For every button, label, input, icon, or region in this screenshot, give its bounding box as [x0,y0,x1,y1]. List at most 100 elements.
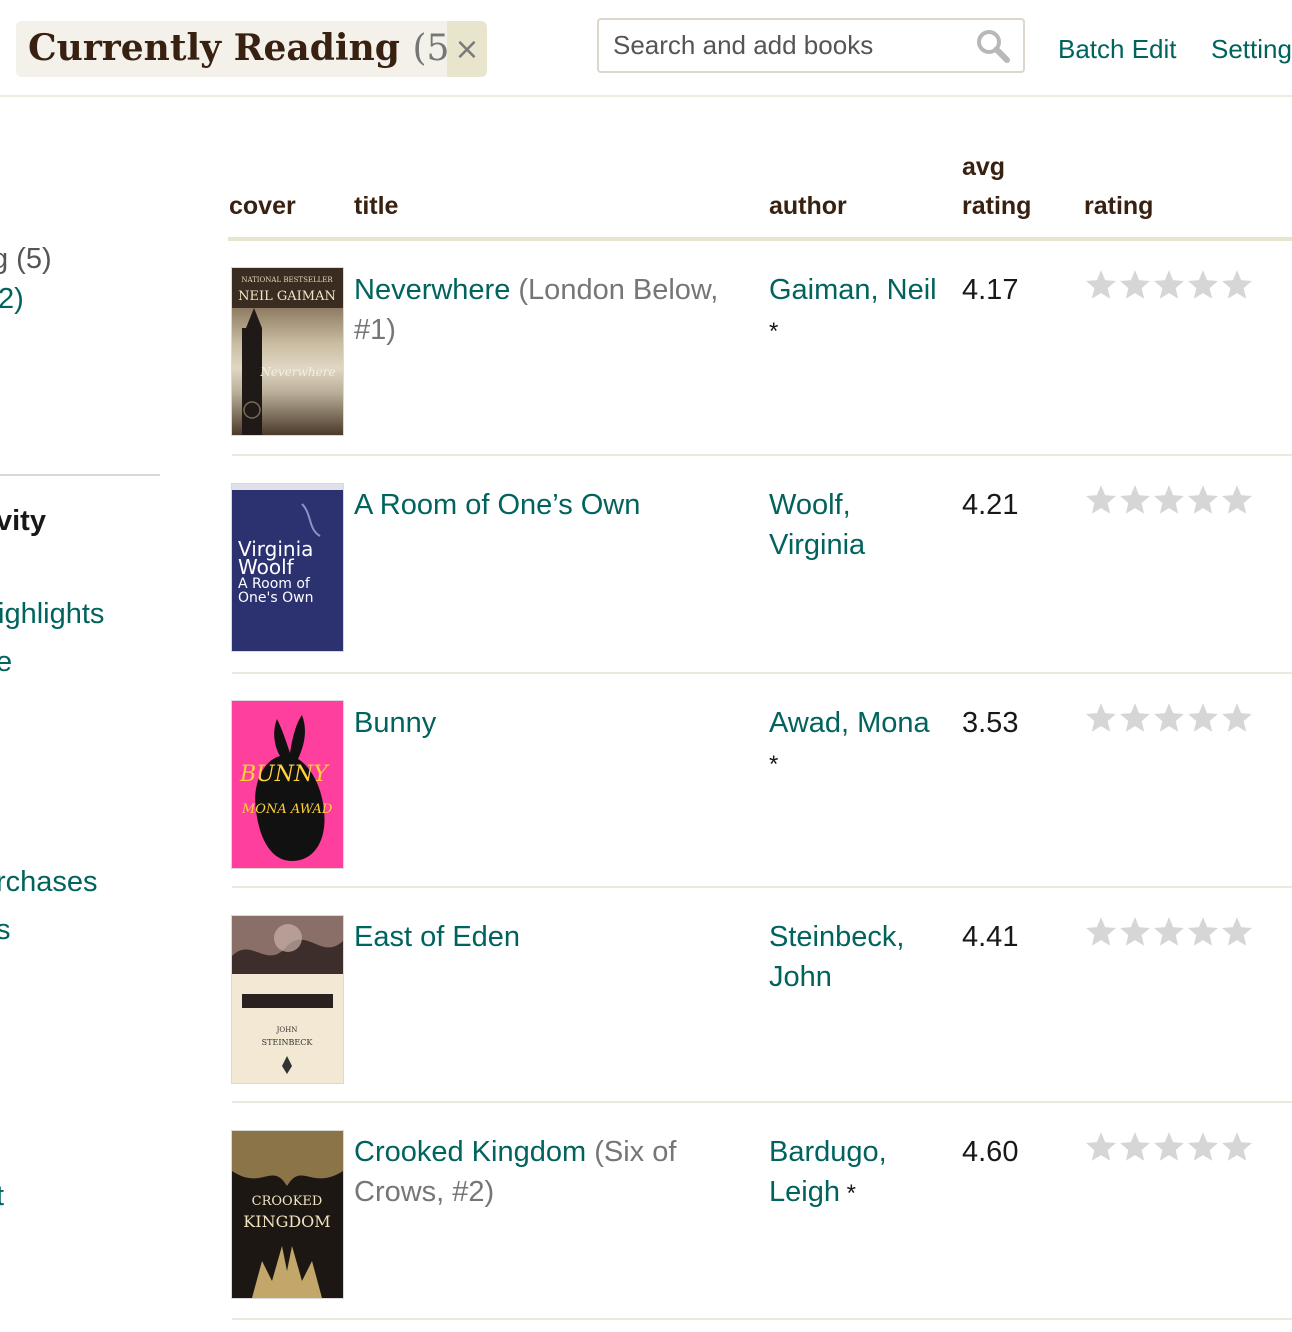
book-title-link[interactable]: Crooked Kingdom [354,1136,586,1168]
my-rating-stars[interactable] [1084,483,1254,517]
svg-text:Neverwhere: Neverwhere [259,365,335,379]
shelf-title: Currently Reading (5) [28,27,463,69]
sidebar-shelf-currently-reading[interactable]: g (5) [0,243,52,276]
book-cover-east-of-eden[interactable]: JOHN STEINBECK [232,916,343,1083]
star-icon[interactable] [1118,483,1152,517]
sidebar-divider [0,474,160,476]
star-icon[interactable] [1118,268,1152,302]
svg-text:One's Own: One's Own [238,590,313,606]
batch-edit-link[interactable]: Batch Edit [1058,34,1177,65]
svg-text:STEINBECK: STEINBECK [262,1038,314,1047]
book-title-cell: East of Eden [354,917,754,957]
header-divider [0,95,1292,97]
book-author-cell: Bardugo, Leigh * [769,1132,949,1214]
svg-text:CROOKED: CROOKED [252,1194,323,1209]
star-icon[interactable] [1186,915,1220,949]
book-title-cell: Crooked Kingdom (Six of Crows, #2) [354,1132,754,1212]
svg-text:JOHN: JOHN [276,1026,298,1034]
column-header-cover[interactable]: cover [229,187,296,226]
book-author-link[interactable]: Bardugo, Leigh [769,1136,887,1208]
row-divider [232,1318,1292,1320]
my-rating-stars[interactable] [1084,701,1254,735]
row-divider [232,1101,1292,1103]
star-icon[interactable] [1186,1130,1220,1164]
book-cover-bunny[interactable]: BUNNY MONA AWAD [232,701,343,868]
book-title-link[interactable]: East of Eden [354,921,520,953]
column-header-avg-line2: rating [962,192,1032,220]
star-icon[interactable] [1186,483,1220,517]
settings-link[interactable]: Settings [1211,34,1292,65]
star-icon[interactable] [1186,268,1220,302]
star-icon[interactable] [1152,483,1186,517]
sidebar-link[interactable]: t [0,1180,4,1213]
column-header-author[interactable]: author [769,187,847,226]
star-icon[interactable] [1152,268,1186,302]
book-title-link[interactable]: Neverwhere [354,274,510,306]
author-goodreads-mark: * [769,318,779,345]
star-icon[interactable] [1152,701,1186,735]
book-author-cell: Awad, Mona * [769,703,949,785]
book-title-link[interactable]: Bunny [354,707,436,739]
author-goodreads-mark: * [839,1180,856,1207]
search-box [597,18,1025,73]
sidebar-heading-activity: vity [0,505,46,537]
star-icon[interactable] [1152,1130,1186,1164]
star-icon[interactable] [1152,915,1186,949]
row-divider [232,672,1292,674]
column-header-avg-rating[interactable]: avg rating [962,148,1031,226]
star-icon[interactable] [1084,701,1118,735]
row-divider [232,454,1292,456]
star-icon[interactable] [1118,1130,1152,1164]
svg-text:NEIL GAIMAN: NEIL GAIMAN [238,289,336,304]
row-divider [232,886,1292,888]
column-header-avg-line1: avg [962,153,1006,181]
star-icon[interactable] [1186,701,1220,735]
book-author-link[interactable]: Steinbeck, John [769,921,904,993]
book-title-cell: Bunny [354,703,754,743]
svg-text:NATIONAL BESTSELLER: NATIONAL BESTSELLER [241,276,333,284]
close-icon[interactable]: × [447,21,487,77]
book-author-cell: Steinbeck, John [769,917,949,999]
avg-rating-value: 4.41 [962,921,1019,953]
column-header-rating[interactable]: rating [1084,187,1153,226]
shelf-title-text: Currently Reading [28,27,400,69]
star-icon[interactable] [1220,483,1254,517]
star-icon[interactable] [1118,701,1152,735]
sidebar-link-purchases[interactable]: rchases [0,866,98,899]
sidebar-shelf-item[interactable]: 2) [0,283,24,316]
svg-text:BUNNY: BUNNY [239,762,330,787]
star-icon[interactable] [1220,915,1254,949]
column-header-title[interactable]: title [354,187,398,226]
book-author-link[interactable]: Awad, Mona [769,707,930,739]
star-icon[interactable] [1220,701,1254,735]
book-cover-a-room-of-ones-own[interactable]: Virginia Woolf A Room of One's Own [232,484,343,651]
star-icon[interactable] [1118,915,1152,949]
my-rating-stars[interactable] [1084,915,1254,949]
sidebar-link-highlights[interactable]: ighlights [0,598,104,631]
table-header-rule [228,237,1292,241]
avg-rating-value: 4.17 [962,274,1019,306]
book-author-link[interactable]: Woolf, Virginia [769,489,865,561]
svg-text:MONA AWAD: MONA AWAD [241,802,333,817]
shelf-filter-chip: Currently Reading (5) × [16,21,487,77]
avg-rating-value: 4.60 [962,1136,1019,1168]
avg-rating-value: 4.21 [962,489,1019,521]
svg-text:KINGDOM: KINGDOM [243,1212,330,1231]
search-icon[interactable] [975,28,1011,64]
search-input[interactable] [611,28,955,62]
star-icon[interactable] [1084,483,1118,517]
sidebar-link[interactable]: e [0,646,12,679]
my-rating-stars[interactable] [1084,268,1254,302]
book-cover-crooked-kingdom[interactable]: CROOKED KINGDOM [232,1131,343,1298]
avg-rating-value: 3.53 [962,707,1019,739]
star-icon[interactable] [1084,268,1118,302]
book-title-link[interactable]: A Room of One’s Own [354,489,640,521]
book-author-link[interactable]: Gaiman, Neil [769,274,937,306]
my-rating-stars[interactable] [1084,1130,1254,1164]
star-icon[interactable] [1220,1130,1254,1164]
star-icon[interactable] [1084,1130,1118,1164]
star-icon[interactable] [1084,915,1118,949]
star-icon[interactable] [1220,268,1254,302]
sidebar-link[interactable]: s [0,914,11,947]
book-cover-neverwhere[interactable]: NATIONAL BESTSELLER NEIL GAIMAN Neverwhe… [232,268,343,435]
